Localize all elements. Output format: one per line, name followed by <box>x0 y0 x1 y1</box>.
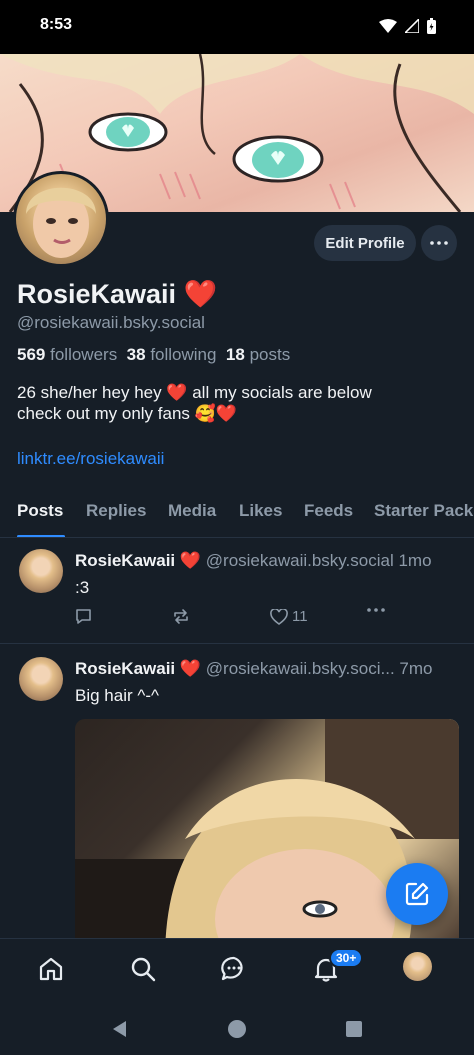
posts-label: posts <box>249 345 291 364</box>
status-icons <box>379 18 436 34</box>
post-header: RosieKawaii ❤️ @rosiekawaii.bsky.soci...… <box>75 659 460 679</box>
like-button[interactable]: 11 <box>270 608 308 625</box>
display-name-text: RosieKawaii <box>17 279 177 309</box>
post-image[interactable] <box>75 719 459 959</box>
display-name: RosieKawaii ❤️ <box>17 278 217 310</box>
profile-avatar[interactable] <box>13 171 109 267</box>
recents-icon[interactable] <box>346 1021 362 1037</box>
post-text: :3 <box>75 578 90 597</box>
post-avatar[interactable] <box>19 657 63 701</box>
posts-count: 18 <box>225 345 245 364</box>
following-count: 38 <box>126 345 146 364</box>
compose-post-button[interactable] <box>386 863 448 925</box>
following-stat[interactable]: 38 following <box>127 345 217 364</box>
wifi-icon <box>379 19 397 33</box>
more-options-button[interactable] <box>421 225 457 261</box>
tab-media[interactable]: Media <box>168 501 216 521</box>
search-icon <box>131 957 156 982</box>
system-navigation-bar <box>0 1000 474 1055</box>
followers-stat[interactable]: 569 followers <box>17 345 117 364</box>
repost-button[interactable] <box>172 608 190 625</box>
display-name-emoji: ❤️ <box>183 279 218 309</box>
compose-icon <box>405 882 429 906</box>
nav-chat[interactable] <box>218 953 250 985</box>
tab-replies[interactable]: Replies <box>86 501 146 521</box>
post-header: RosieKawaii ❤️ @rosiekawaii.bsky.social … <box>75 551 460 571</box>
following-label: following <box>150 345 217 364</box>
profile-stats: 569 followers 38 following 18 posts <box>17 345 290 365</box>
reply-button[interactable] <box>75 608 92 625</box>
back-icon[interactable] <box>111 1020 127 1038</box>
more-horizontal-icon <box>367 608 385 612</box>
feed-post[interactable]: RosieKawaii ❤️ @rosiekawaii.bsky.social … <box>0 538 474 644</box>
post-text: Big hair ^-^ <box>75 686 159 705</box>
post-time: 1mo <box>398 551 432 570</box>
tab-feeds[interactable]: Feeds <box>304 501 353 521</box>
post-avatar[interactable] <box>19 549 63 593</box>
post-more-button[interactable] <box>367 608 385 612</box>
nav-home[interactable] <box>35 953 67 985</box>
followers-label: followers <box>50 345 118 364</box>
post-author-name[interactable]: RosieKawaii ❤️ <box>75 659 201 678</box>
status-time: 8:53 <box>40 16 73 33</box>
reply-icon <box>76 609 91 624</box>
home-circle-icon[interactable] <box>227 1019 247 1039</box>
more-horizontal-icon <box>430 241 448 245</box>
avatar-photo <box>26 187 96 258</box>
chat-icon <box>221 956 243 981</box>
bio-link[interactable]: linktr.ee/rosiekawaii <box>17 449 164 469</box>
post-actions: 11 <box>75 608 395 630</box>
post-author-name[interactable]: RosieKawaii ❤️ <box>75 551 201 570</box>
status-bar: 8:53 <box>0 0 474 54</box>
like-count: 11 <box>292 608 308 625</box>
post-author-handle[interactable]: @rosiekawaii.bsky.soci... <box>206 659 395 678</box>
post-photo <box>75 719 459 959</box>
home-icon <box>39 957 63 981</box>
nav-search[interactable] <box>127 953 159 985</box>
heart-icon <box>270 608 288 625</box>
post-time: 7mo <box>399 659 433 678</box>
notifications-badge: 30+ <box>329 948 364 968</box>
profile-tabs: Posts Replies Media Likes Feeds Starter … <box>0 496 474 538</box>
edit-profile-button[interactable]: Edit Profile <box>314 225 416 261</box>
profile-bio: 26 she/her hey hey ❤️ all my socials are… <box>17 383 372 423</box>
tab-posts[interactable]: Posts <box>17 501 63 521</box>
signal-icon <box>405 19 419 33</box>
nav-profile-avatar[interactable] <box>403 952 432 981</box>
battery-icon <box>427 18 436 34</box>
followers-count: 569 <box>17 345 46 364</box>
profile-handle: @rosiekawaii.bsky.social <box>17 313 205 332</box>
tab-likes[interactable]: Likes <box>239 501 282 521</box>
repost-icon <box>174 609 188 624</box>
posts-stat: 18 posts <box>226 345 290 364</box>
post-author-handle[interactable]: @rosiekawaii.bsky.social <box>206 551 394 570</box>
tab-starter-packs[interactable]: Starter Packs <box>374 501 474 521</box>
